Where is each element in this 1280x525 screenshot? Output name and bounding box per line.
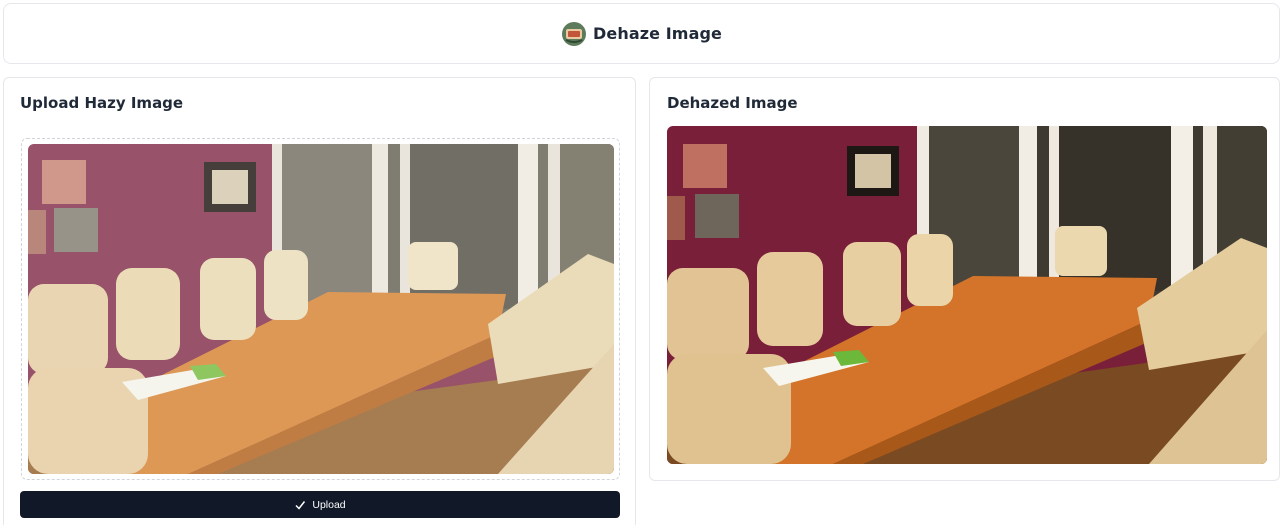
output-panel-title: Dehazed Image bbox=[667, 94, 798, 112]
app-header: Dehaze Image bbox=[3, 3, 1280, 64]
image-dropzone[interactable] bbox=[21, 138, 620, 480]
input-panel: Upload Hazy Image Upload bbox=[3, 77, 636, 525]
upload-button-label: Upload bbox=[312, 498, 346, 511]
check-icon bbox=[294, 499, 306, 511]
page-title: Dehaze Image bbox=[593, 24, 722, 43]
output-panel: Dehazed Image bbox=[649, 77, 1280, 481]
hazy-image bbox=[28, 144, 614, 474]
dehaze-logo-icon bbox=[561, 21, 587, 47]
dehazed-image bbox=[667, 126, 1267, 464]
input-panel-title: Upload Hazy Image bbox=[20, 94, 184, 112]
upload-button[interactable]: Upload bbox=[20, 491, 620, 518]
